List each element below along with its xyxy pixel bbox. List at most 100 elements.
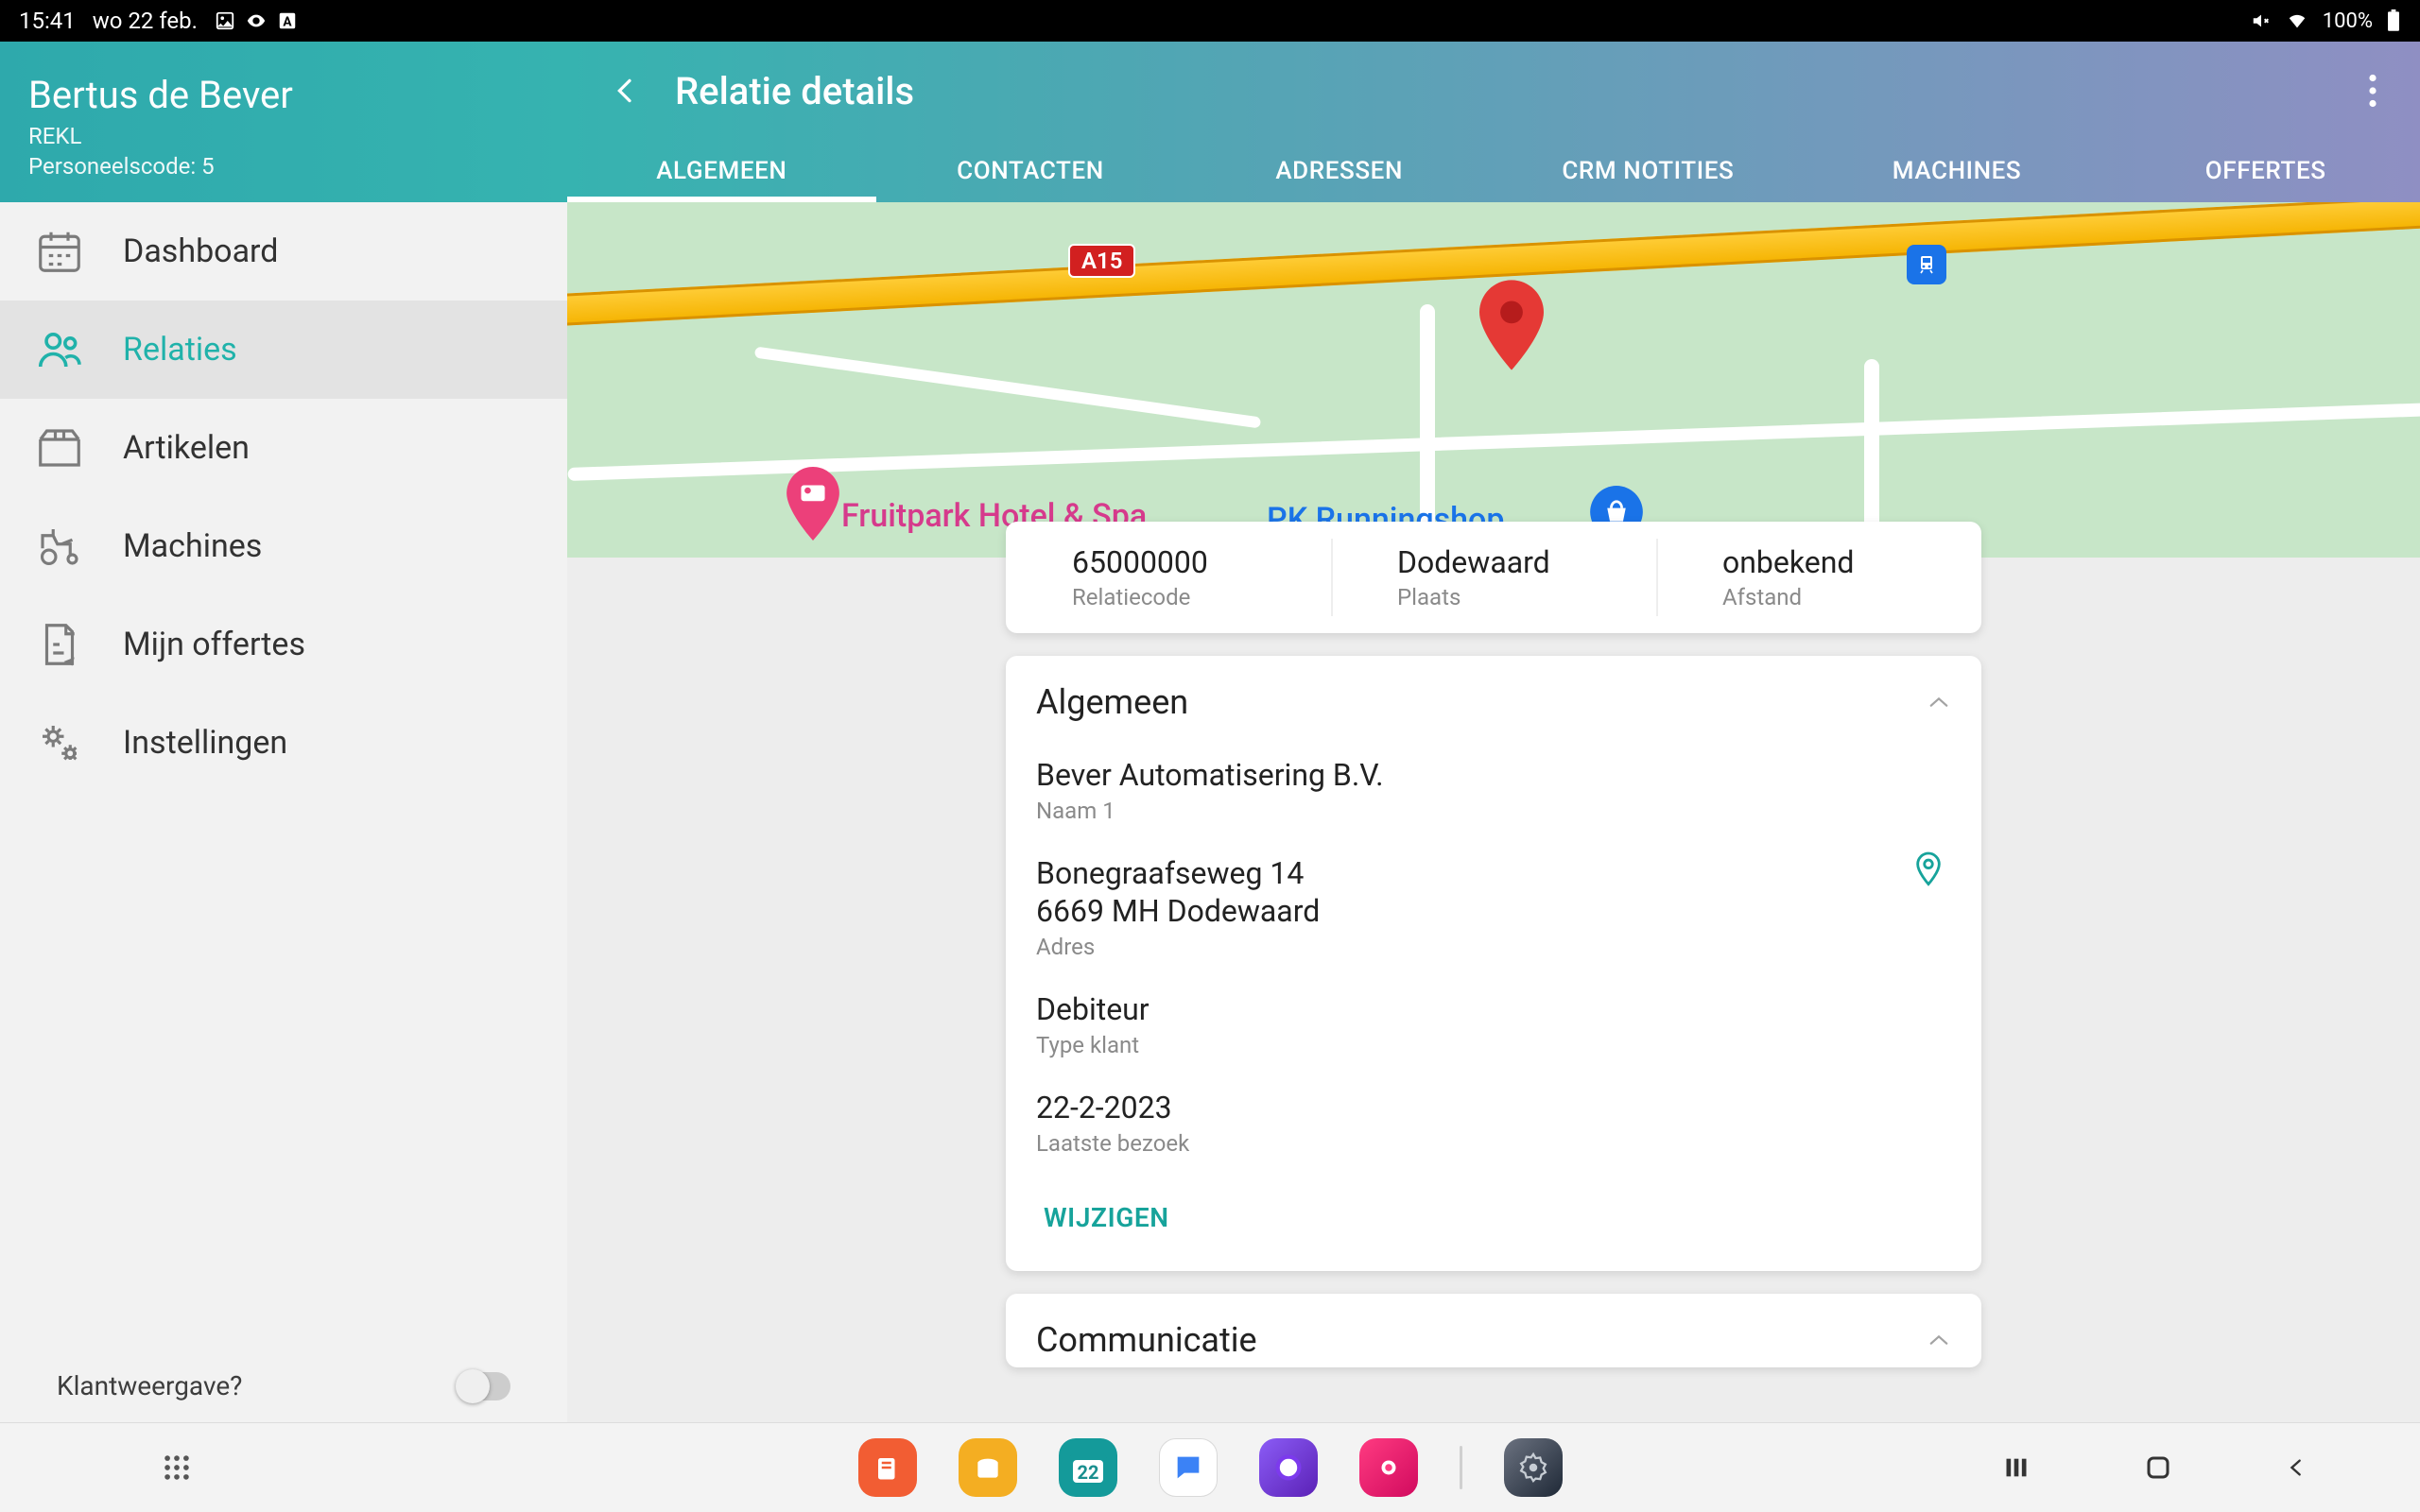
road-badge-a15: A15 [1068, 244, 1135, 278]
sidebar: Bertus de Bever REKL Personeelscode: 5 D… [0, 42, 567, 1512]
text-a-icon: A [277, 10, 298, 31]
dock-app-chat[interactable] [1159, 1438, 1218, 1497]
wifi-icon [2285, 10, 2309, 31]
sidebar-item-artikelen[interactable]: Artikelen [0, 399, 567, 497]
field-value-line1: Bonegraafseweg 14 [1036, 854, 1951, 892]
chevron-up-icon [1927, 690, 1951, 714]
user-code: REKL [28, 123, 539, 149]
overflow-menu-button[interactable] [2352, 70, 2394, 112]
sidebar-item-machines[interactable]: Machines [0, 497, 567, 595]
summary-label: Plaats [1397, 584, 1656, 610]
field-label: Type klant [1036, 1032, 1951, 1058]
client-view-label: Klantweergave? [57, 1370, 242, 1401]
page-title: Relatie details [675, 69, 914, 113]
battery-text: 100% [2323, 9, 2373, 33]
map-pin-hotel[interactable] [786, 467, 839, 541]
sidebar-item-label: Machines [123, 527, 262, 565]
apps-grid-icon[interactable] [161, 1452, 193, 1484]
map-pin-main[interactable] [1479, 280, 1544, 370]
appbar: Relatie details ALGEMEEN CONTACTEN ADRES… [567, 42, 2420, 202]
sidebar-item-instellingen[interactable]: Instellingen [0, 694, 567, 792]
sidebar-item-relaties[interactable]: Relaties [0, 301, 567, 399]
dock-app-camera[interactable] [1359, 1438, 1418, 1497]
edit-button[interactable]: WIJZIGEN [1036, 1189, 1177, 1246]
android-back-button[interactable] [2286, 1453, 2307, 1482]
field-value-line2: 6669 MH Dodewaard [1036, 892, 1951, 930]
field-adres: Bonegraafseweg 14 6669 MH Dodewaard Adre… [1036, 839, 1951, 975]
box-icon [28, 421, 91, 474]
status-date: wo 22 feb. [93, 8, 198, 34]
eye-icon [245, 10, 268, 31]
android-home-button[interactable] [2144, 1453, 2172, 1482]
card-communicatie: Communicatie [1006, 1294, 1981, 1367]
dock-app-1[interactable] [858, 1438, 917, 1497]
client-view-toggle[interactable] [458, 1372, 510, 1400]
summary-value: onbekend [1722, 544, 1981, 580]
card-title: Communicatie [1036, 1320, 1257, 1360]
chevron-up-icon [1927, 1328, 1951, 1352]
back-button[interactable] [594, 59, 658, 123]
dock-separator [1460, 1446, 1462, 1489]
calendar-icon [28, 225, 91, 278]
field-label: Laatste bezoek [1036, 1130, 1951, 1157]
tab-contacten[interactable]: CONTACTEN [876, 140, 1185, 202]
summary-label: Relatiecode [1072, 584, 1331, 610]
invoice-icon [28, 618, 91, 671]
card-algemeen: Algemeen Bever Automatisering B.V. Naam … [1006, 656, 1981, 1271]
field-naam1: Bever Automatisering B.V. Naam 1 [1036, 741, 1951, 839]
tractor-icon [28, 520, 91, 573]
field-value: Bever Automatisering B.V. [1036, 756, 1951, 794]
tab-algemeen[interactable]: ALGEMEEN [567, 140, 876, 202]
sidebar-item-label: Artikelen [123, 429, 250, 467]
dock-app-settings[interactable] [1504, 1438, 1563, 1497]
tab-crm-notities[interactable]: CRM NOTITIES [1494, 140, 1803, 202]
map-road [754, 346, 1261, 428]
sidebar-item-dashboard[interactable]: Dashboard [0, 202, 567, 301]
field-typeklant: Debiteur Type klant [1036, 975, 1951, 1074]
sidebar-item-offertes[interactable]: Mijn offertes [0, 595, 567, 694]
svg-text:A: A [283, 15, 292, 30]
image-icon [215, 10, 235, 31]
sidebar-item-label: Dashboard [123, 232, 278, 270]
open-location-button[interactable] [1906, 847, 1951, 892]
card-header-algemeen[interactable]: Algemeen [1006, 656, 1981, 730]
tab-adressen[interactable]: ADRESSEN [1184, 140, 1494, 202]
summary-plaats: Dodewaard Plaats [1331, 522, 1656, 633]
battery-icon [2386, 9, 2401, 32]
train-station-icon [1907, 245, 1946, 284]
user-staffcode: Personeelscode: 5 [28, 153, 539, 180]
summary-card: 65000000 Relatiecode Dodewaard Plaats on… [1006, 522, 1981, 633]
status-time: 15:41 [19, 8, 76, 34]
summary-relatiecode: 65000000 Relatiecode [1006, 522, 1331, 633]
field-laatste-bezoek: 22-2-2023 Laatste bezoek [1036, 1074, 1951, 1172]
map-road [567, 390, 2420, 481]
field-value: 22-2-2023 [1036, 1089, 1951, 1126]
sidebar-item-label: Mijn offertes [123, 626, 305, 663]
dock-app-browser[interactable] [1259, 1438, 1318, 1497]
svg-text:22: 22 [1077, 1461, 1098, 1484]
field-label: Naam 1 [1036, 798, 1951, 824]
dock-app-calendar[interactable]: 22 [1059, 1438, 1117, 1497]
sidebar-item-label: Relaties [123, 331, 237, 369]
mute-icon [2251, 10, 2272, 31]
status-left-icons: A [215, 10, 298, 31]
status-bar: 15:41 wo 22 feb. A 100% [0, 0, 2420, 42]
summary-label: Afstand [1722, 584, 1981, 610]
summary-value: Dodewaard [1397, 544, 1656, 580]
people-icon [28, 323, 91, 376]
content-area: Relatie details ALGEMEEN CONTACTEN ADRES… [567, 42, 2420, 1512]
tab-bar: ALGEMEEN CONTACTEN ADRESSEN CRM NOTITIES… [567, 140, 2420, 202]
summary-value: 65000000 [1072, 544, 1331, 580]
android-nav-dock: 22 [0, 1423, 2420, 1512]
tab-machines[interactable]: MACHINES [1803, 140, 2112, 202]
android-recent-button[interactable] [2002, 1454, 2031, 1481]
sidebar-header: Bertus de Bever REKL Personeelscode: 5 [0, 42, 567, 202]
sidebar-item-label: Instellingen [123, 724, 287, 762]
card-header-communicatie[interactable]: Communicatie [1006, 1294, 1981, 1367]
summary-afstand: onbekend Afstand [1656, 522, 1981, 633]
dock-app-2[interactable] [959, 1438, 1017, 1497]
map-view[interactable]: A15 Fruitpark Hot [567, 202, 2420, 558]
card-title: Algemeen [1036, 682, 1188, 722]
scroll-area[interactable]: A15 Fruitpark Hot [567, 202, 2420, 1512]
tab-offertes[interactable]: OFFERTES [2111, 140, 2420, 202]
